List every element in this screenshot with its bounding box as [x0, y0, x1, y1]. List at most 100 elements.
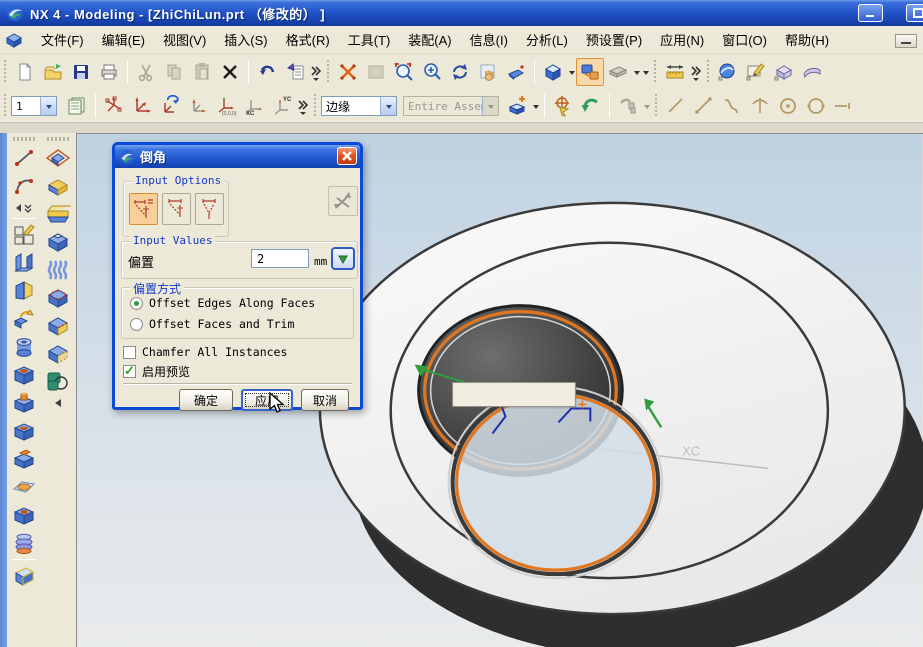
chain-selection-button[interactable] — [614, 92, 642, 120]
measure-button[interactable] — [661, 58, 689, 86]
flip-direction-button[interactable] — [328, 186, 358, 216]
wcs-origin-button[interactable]: (0,0,0) — [212, 92, 240, 120]
orient-wcs-button[interactable] — [184, 92, 212, 120]
toolbar-drag-handle[interactable] — [706, 60, 710, 84]
sweep-button[interactable] — [10, 305, 38, 333]
line-button[interactable] — [10, 144, 38, 172]
menu-information[interactable]: 信息(I) — [461, 27, 517, 52]
shaded-display-button[interactable] — [539, 58, 567, 86]
chamfer-button[interactable] — [44, 312, 72, 340]
toolbar-collapse-button[interactable] — [44, 396, 72, 410]
toolbar-drag-handle[interactable] — [3, 94, 7, 118]
cut-button[interactable] — [132, 58, 160, 86]
mdi-minimize-button[interactable] — [895, 34, 917, 48]
sheet-tool-button[interactable] — [798, 58, 826, 86]
toolbar-drag-handle[interactable] — [3, 60, 7, 84]
pocket-button[interactable] — [10, 417, 38, 445]
toolbar-drag-handle[interactable] — [47, 137, 69, 141]
extrude-button[interactable] — [10, 249, 38, 277]
subtract-feature-button[interactable] — [44, 340, 72, 368]
offset-value-menu-button[interactable] — [331, 247, 355, 270]
layer-combo[interactable]: 1 — [11, 96, 57, 116]
extrude-tool-button[interactable] — [770, 58, 798, 86]
toolbar-drag-handle[interactable] — [653, 60, 657, 84]
shell-button[interactable] — [10, 562, 38, 590]
update-display-button[interactable] — [362, 58, 390, 86]
perspective-button[interactable] — [502, 58, 530, 86]
through-hole-button[interactable] — [10, 501, 38, 529]
trimmed-body-button[interactable] — [10, 277, 38, 305]
toolbar-expand-button[interactable] — [10, 200, 38, 216]
toolbar-drag-handle[interactable] — [313, 94, 317, 118]
csys-dynamics-button[interactable] — [100, 92, 128, 120]
toolbar-drag-handle[interactable] — [13, 137, 35, 141]
chevron-down-icon[interactable] — [380, 97, 396, 115]
coil-button[interactable] — [10, 529, 38, 557]
hole-button[interactable] — [10, 361, 38, 389]
menu-format[interactable]: 格式(R) — [277, 27, 339, 52]
toolbar-overflow-button[interactable] — [296, 93, 310, 119]
snap-point-button[interactable] — [549, 92, 577, 120]
csys-button[interactable] — [128, 92, 156, 120]
edge-blend-button[interactable] — [44, 284, 72, 312]
offset-faces-radio-row[interactable]: Offset Faces and Trim — [130, 317, 294, 331]
copy-button[interactable] — [160, 58, 188, 86]
menu-application[interactable]: 应用(N) — [651, 27, 713, 52]
toolbar-overflow-button[interactable] — [309, 59, 323, 85]
chevron-down-icon[interactable] — [40, 97, 56, 115]
offset-edges-radio-row[interactable]: Offset Edges Along Faces — [130, 296, 315, 310]
back-button[interactable] — [577, 92, 605, 120]
menu-view[interactable]: 视图(V) — [154, 27, 215, 52]
circle-center-button[interactable] — [774, 92, 802, 120]
minimize-button[interactable] — [858, 4, 883, 22]
toolbar-drag-handle[interactable] — [654, 94, 658, 118]
ok-button[interactable]: 确定 — [179, 389, 233, 411]
toolbar-drag-handle[interactable] — [326, 60, 330, 84]
datum-axis-button[interactable] — [44, 172, 72, 200]
boss-button[interactable] — [10, 389, 38, 417]
snap-view-button[interactable] — [576, 58, 604, 86]
menu-insert[interactable]: 插入(S) — [215, 27, 276, 52]
menu-assemblies[interactable]: 装配(A) — [399, 27, 460, 52]
curve-tool-button[interactable] — [714, 58, 742, 86]
datum-csys-button[interactable] — [44, 200, 72, 228]
zoom-in-out-button[interactable] — [418, 58, 446, 86]
radio-selected-icon[interactable] — [130, 297, 143, 310]
menu-preferences[interactable]: 预设置(P) — [577, 27, 651, 52]
layer-settings-button[interactable] — [63, 92, 91, 120]
dialog-titlebar[interactable]: 倒角 — [115, 145, 360, 168]
arc-curve-button[interactable] — [746, 92, 774, 120]
menu-edit[interactable]: 编辑(E) — [93, 27, 154, 52]
shaded-display-dropdown[interactable] — [567, 60, 576, 84]
sketch-tool-button[interactable] — [742, 58, 770, 86]
offset-input[interactable]: 2 — [251, 249, 309, 268]
fit-view-button[interactable] — [334, 58, 362, 86]
corner-feature-button[interactable] — [44, 228, 72, 256]
point-curve-button[interactable] — [830, 92, 858, 120]
pan-button[interactable] — [474, 58, 502, 86]
line-curve-button[interactable] — [662, 92, 690, 120]
menu-help[interactable]: 帮助(H) — [776, 27, 838, 52]
chamfer-all-instances-row[interactable]: Chamfer All Instances — [123, 345, 287, 359]
visualization-button[interactable] — [604, 58, 632, 86]
cancel-button[interactable]: 取消 — [301, 389, 349, 411]
checkbox-checked-icon[interactable] — [123, 365, 136, 378]
sketch-button[interactable] — [10, 221, 38, 249]
enable-preview-row[interactable]: 启用预览 — [123, 363, 190, 380]
wcs-yc-button[interactable]: YC — [268, 92, 296, 120]
rotate-view-button[interactable] — [446, 58, 474, 86]
add-to-selection-button[interactable] — [503, 92, 531, 120]
spline-curve-button[interactable] — [718, 92, 746, 120]
radio-unselected-icon[interactable] — [130, 318, 143, 331]
sheet-body-button[interactable] — [10, 473, 38, 501]
rib-button[interactable] — [44, 256, 72, 284]
wcs-xc-button[interactable]: XC — [240, 92, 268, 120]
unite-button[interactable] — [44, 368, 72, 396]
menu-tools[interactable]: 工具(T) — [339, 27, 400, 52]
visualization-dropdown[interactable] — [632, 60, 641, 84]
save-button[interactable] — [67, 58, 95, 86]
new-button[interactable] — [11, 58, 39, 86]
zoom-region-button[interactable] — [390, 58, 418, 86]
dimension-input-box[interactable] — [453, 383, 577, 409]
menu-window[interactable]: 窗口(O) — [713, 27, 776, 52]
